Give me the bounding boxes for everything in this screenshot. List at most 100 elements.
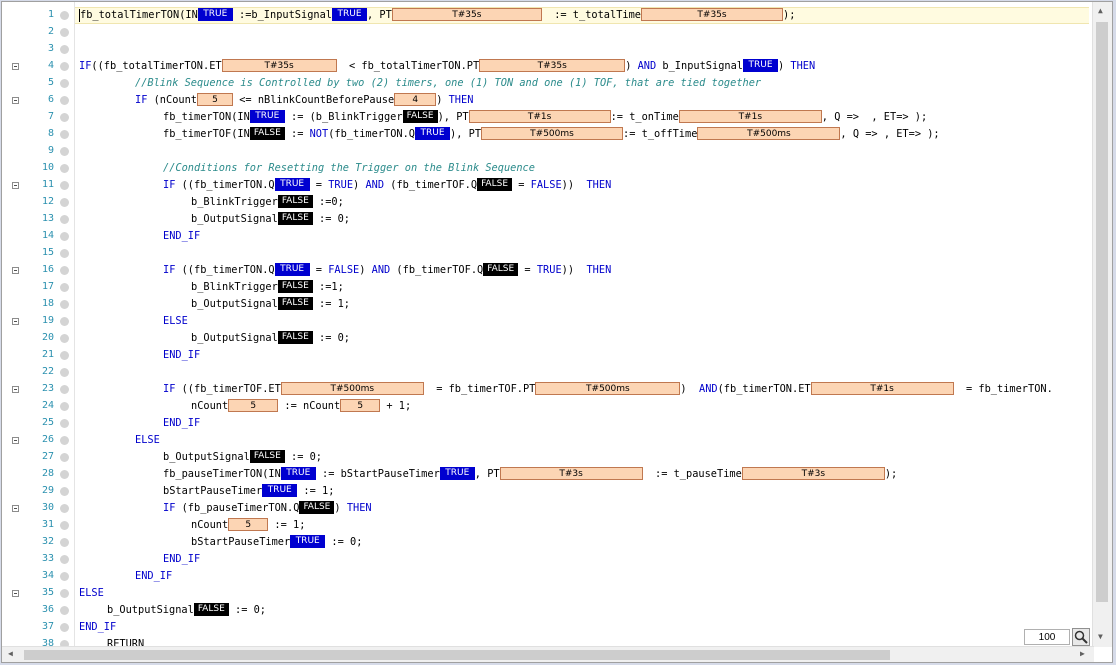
code-line[interactable]: //Conditions for Resetting the Trigger o… <box>75 160 1089 177</box>
code-line[interactable]: fb_timerTON(IN TRUE := (b_BlinkTrigger FAL… <box>75 109 1089 126</box>
scroll-down-icon[interactable]: ▼ <box>1098 632 1103 641</box>
breakpoint-dot-icon[interactable] <box>60 181 69 190</box>
code-line[interactable]: //Blink Sequence is Controlled by two (2… <box>75 75 1089 92</box>
breakpoint-dot-icon[interactable] <box>60 164 69 173</box>
code-line[interactable]: END_IF <box>75 228 1089 245</box>
breakpoint-dot-icon[interactable] <box>60 606 69 615</box>
breakpoint-dot-icon[interactable] <box>60 402 69 411</box>
breakpoint-dot-icon[interactable] <box>60 130 69 139</box>
breakpoint-dot-icon[interactable] <box>60 470 69 479</box>
code-line[interactable]: IF ((fb_timerTOF.ET T#500ms = fb_timerTOF… <box>75 381 1089 398</box>
breakpoint-dot-icon[interactable] <box>60 215 69 224</box>
zoom-level-field[interactable]: 100 <box>1024 629 1070 645</box>
breakpoint-dot-icon[interactable] <box>60 521 69 530</box>
scroll-right-icon[interactable]: ▶ <box>1080 649 1085 658</box>
line-number: 25 <box>41 417 54 428</box>
breakpoint-dot-icon[interactable] <box>60 419 69 428</box>
keyword-token: THEN <box>346 502 372 514</box>
breakpoint-dot-icon[interactable] <box>60 385 69 394</box>
keyword-token: AND <box>371 264 391 276</box>
scroll-left-icon[interactable]: ◀ <box>8 649 13 658</box>
vertical-scrollbar[interactable]: ▲ ▼ <box>1092 2 1112 647</box>
code-line[interactable]: IF (nCount 5 <= nBlinkCountBeforePause 4) … <box>75 92 1089 109</box>
collapse-minus-icon[interactable] <box>12 505 19 512</box>
code-line[interactable]: b_OutputSignal FALSE := 0; <box>75 449 1089 466</box>
breakpoint-dot-icon[interactable] <box>60 300 69 309</box>
code-line[interactable]: nCount 5 := nCount 5 + 1; <box>75 398 1089 415</box>
breakpoint-dot-icon[interactable] <box>60 147 69 156</box>
breakpoint-dot-icon[interactable] <box>60 538 69 547</box>
code-line[interactable]: ELSE <box>75 432 1089 449</box>
collapse-minus-icon[interactable] <box>12 386 19 393</box>
code-line[interactable]: bStartPauseTimer TRUE := 0; <box>75 534 1089 551</box>
keyword-token: THEN <box>790 60 816 72</box>
code-line[interactable]: b_OutputSignal FALSE := 0; <box>75 602 1089 619</box>
breakpoint-dot-icon[interactable] <box>60 351 69 360</box>
code-line[interactable]: b_OutputSignal FALSE := 1; <box>75 296 1089 313</box>
code-line[interactable]: IF((fb_totalTimerTON.ET T#35s < fb_totalT… <box>75 58 1089 75</box>
code-line[interactable]: b_BlinkTrigger FALSE :=0; <box>75 194 1089 211</box>
breakpoint-dot-icon[interactable] <box>60 113 69 122</box>
breakpoint-dot-icon[interactable] <box>60 232 69 241</box>
collapse-minus-icon[interactable] <box>12 437 19 444</box>
breakpoint-dot-icon[interactable] <box>60 96 69 105</box>
breakpoint-dot-icon[interactable] <box>60 504 69 513</box>
code-line[interactable]: END_IF <box>75 415 1089 432</box>
breakpoint-dot-icon[interactable] <box>60 45 69 54</box>
collapse-minus-icon[interactable] <box>12 97 19 104</box>
code-line[interactable]: END_IF <box>75 347 1089 364</box>
breakpoint-dot-icon[interactable] <box>60 555 69 564</box>
code-line[interactable]: ELSE <box>75 313 1089 330</box>
collapse-minus-icon[interactable] <box>12 318 19 325</box>
breakpoint-dot-icon[interactable] <box>60 62 69 71</box>
code-line[interactable]: IF ((fb_timerTON.Q TRUE = TRUE) AND (fb_t… <box>75 177 1089 194</box>
breakpoint-dot-icon[interactable] <box>60 453 69 462</box>
collapse-minus-icon[interactable] <box>12 63 19 70</box>
code-line[interactable]: fb_pauseTimerTON(IN TRUE := bStartPauseTi… <box>75 466 1089 483</box>
code-line[interactable]: bStartPauseTimer TRUE := 1; <box>75 483 1089 500</box>
breakpoint-dot-icon[interactable] <box>60 28 69 37</box>
breakpoint-dot-icon[interactable] <box>60 79 69 88</box>
code-line[interactable] <box>75 364 1089 381</box>
breakpoint-dot-icon[interactable] <box>60 589 69 598</box>
code-line[interactable]: fb_timerTOF(IN FALSE := NOT(fb_timerTON.Q… <box>75 126 1089 143</box>
code-area[interactable]: fb_totalTimerTON(IN TRUE :=b_InputSignal T… <box>75 2 1089 647</box>
breakpoint-dot-icon[interactable] <box>60 198 69 207</box>
code-line[interactable]: END_IF <box>75 619 1089 636</box>
code-line[interactable]: b_BlinkTrigger FALSE :=1; <box>75 279 1089 296</box>
code-line[interactable]: nCount 5 := 1; <box>75 517 1089 534</box>
code-line[interactable]: b_OutputSignal FALSE := 0; <box>75 330 1089 347</box>
breakpoint-dot-icon[interactable] <box>60 368 69 377</box>
breakpoint-dot-icon[interactable] <box>60 249 69 258</box>
breakpoint-dot-icon[interactable] <box>60 487 69 496</box>
code-line[interactable]: IF ((fb_timerTON.Q TRUE = FALSE) AND (fb_… <box>75 262 1089 279</box>
breakpoint-dot-icon[interactable] <box>60 623 69 632</box>
horizontal-scrollbar[interactable]: ◀ ▶ <box>2 646 1094 662</box>
code-line[interactable] <box>75 41 1089 58</box>
breakpoint-dot-icon[interactable] <box>60 334 69 343</box>
code-line[interactable]: ELSE <box>75 585 1089 602</box>
breakpoint-dot-icon[interactable] <box>60 11 69 20</box>
vertical-scroll-thumb[interactable] <box>1096 22 1108 602</box>
code-line[interactable] <box>75 24 1089 41</box>
collapse-minus-icon[interactable] <box>12 267 19 274</box>
code-line[interactable]: END_IF <box>75 568 1089 585</box>
collapse-minus-icon[interactable] <box>12 182 19 189</box>
code-editor[interactable]: 1 2 3 4 5 6 7 8 9 10 11 12 13 14 15 16 17 18 19 20 21 22 23 24 2… <box>1 1 1113 663</box>
code-line[interactable]: IF (fb_pauseTimerTON.Q FALSE) THEN <box>75 500 1089 517</box>
breakpoint-dot-icon[interactable] <box>60 436 69 445</box>
breakpoint-dot-icon[interactable] <box>60 317 69 326</box>
collapse-minus-icon[interactable] <box>12 590 19 597</box>
breakpoint-dot-icon[interactable] <box>60 283 69 292</box>
breakpoint-dot-icon[interactable] <box>60 266 69 275</box>
horizontal-scroll-thumb[interactable] <box>24 650 890 660</box>
breakpoint-dot-icon[interactable] <box>60 572 69 581</box>
code-line[interactable] <box>75 245 1089 262</box>
code-line[interactable]: END_IF <box>75 551 1089 568</box>
code-line[interactable]: b_OutputSignal FALSE := 0; <box>75 211 1089 228</box>
monitor-value-true: TRUE <box>743 58 778 72</box>
code-line[interactable] <box>75 143 1089 160</box>
scroll-up-icon[interactable]: ▲ <box>1098 6 1103 15</box>
magnifier-zoom-icon[interactable] <box>1072 628 1090 646</box>
code-line[interactable]: fb_totalTimerTON(IN TRUE :=b_InputSignal T… <box>75 7 1089 24</box>
